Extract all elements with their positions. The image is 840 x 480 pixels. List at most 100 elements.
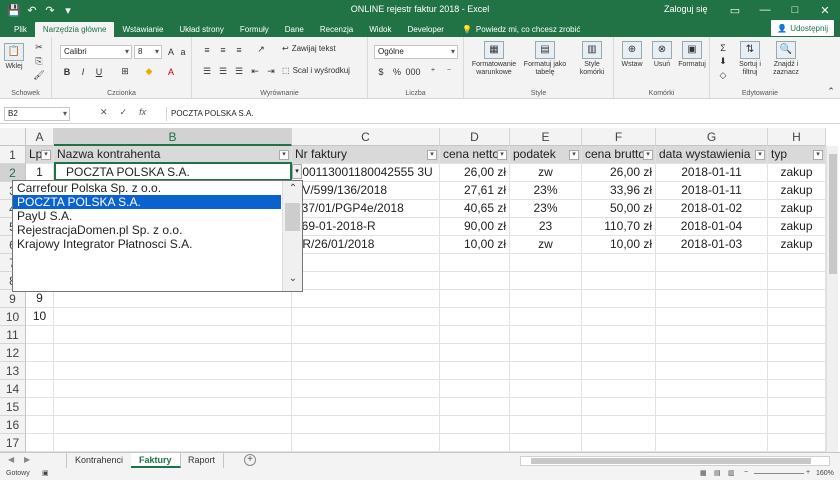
format-as-table-button[interactable]: ▤ Formatuj jako tabelę xyxy=(520,41,570,77)
percent-icon[interactable]: % xyxy=(390,65,404,78)
format-cells-button[interactable]: ▣ Formatuj xyxy=(676,41,708,69)
empty-cell[interactable] xyxy=(582,380,656,398)
empty-cell[interactable] xyxy=(510,398,582,416)
decrease-decimal-icon[interactable]: ⁻ xyxy=(442,65,456,78)
table-header-g[interactable]: data wystawienia ▾ xyxy=(656,146,768,164)
table-cell[interactable]: zakup xyxy=(768,236,826,254)
empty-cell[interactable] xyxy=(26,362,54,380)
empty-cell[interactable] xyxy=(292,398,440,416)
table-cell[interactable]: F00113001180042555 3U xyxy=(292,164,440,182)
name-box[interactable]: B2 xyxy=(4,107,70,121)
dropdown-item[interactable]: RejestracjaDomen.pl Sp. z o.o. xyxy=(13,223,281,237)
column-header-a[interactable]: A xyxy=(26,128,54,146)
dropdown-item[interactable]: Carrefour Polska Sp. z o.o. xyxy=(13,181,281,195)
empty-cell[interactable] xyxy=(768,308,826,326)
bold-icon[interactable]: B xyxy=(60,65,74,78)
share-button[interactable]: 👤 Udostępnij xyxy=(771,20,834,36)
undo-icon[interactable]: ↶ xyxy=(24,2,40,18)
empty-cell[interactable] xyxy=(26,434,54,452)
sort-filter-button[interactable]: ⇅ Sortuj i filtruj xyxy=(734,41,766,77)
align-middle-icon[interactable]: ≡ xyxy=(216,43,230,56)
add-sheet-icon[interactable]: + xyxy=(244,454,256,466)
table-cell[interactable]: 2018-01-11 xyxy=(656,164,768,182)
table-cell[interactable]: 169-01-2018-R xyxy=(292,218,440,236)
filter-dropdown-icon[interactable]: ▾ xyxy=(755,150,765,160)
empty-cell[interactable] xyxy=(582,362,656,380)
clear-icon[interactable]: ◇ xyxy=(716,69,730,82)
decrease-indent-icon[interactable]: ⇤ xyxy=(248,65,262,78)
italic-icon[interactable]: I xyxy=(76,65,90,78)
filter-dropdown-icon[interactable]: ▾ xyxy=(427,150,437,160)
align-top-icon[interactable]: ≡ xyxy=(200,43,214,56)
empty-cell[interactable] xyxy=(582,290,656,308)
align-left-icon[interactable]: ☰ xyxy=(200,65,214,78)
empty-cell[interactable] xyxy=(440,290,510,308)
table-header-c[interactable]: Nr faktury ▾ xyxy=(292,146,440,164)
filter-dropdown-icon[interactable]: ▾ xyxy=(41,150,51,160)
empty-cell[interactable] xyxy=(656,416,768,434)
empty-cell[interactable] xyxy=(510,434,582,452)
table-cell[interactable]: 110,70 zł xyxy=(582,218,656,236)
dropdown-item[interactable]: Krajowy Integrator Płatnosci S.A. xyxy=(13,237,281,251)
table-cell[interactable]: 2018-01-04 xyxy=(656,218,768,236)
empty-cell[interactable] xyxy=(26,380,54,398)
zoom-slider[interactable] xyxy=(754,473,804,474)
increase-indent-icon[interactable]: ⇥ xyxy=(264,65,278,78)
dropdown-item-selected[interactable]: POCZTA POLSKA S.A. xyxy=(13,195,281,209)
insert-cells-button[interactable]: ⊕ Wstaw xyxy=(618,41,646,69)
tab-view[interactable]: Widok xyxy=(361,22,399,37)
cancel-icon[interactable]: ✕ xyxy=(100,107,108,118)
row-header-11[interactable]: 11 xyxy=(0,326,26,344)
table-cell[interactable]: 9 xyxy=(26,290,54,308)
close-icon[interactable]: ✕ xyxy=(810,0,840,20)
fill-icon[interactable]: ⬇ xyxy=(716,55,730,68)
align-bottom-icon[interactable]: ≡ xyxy=(232,43,246,56)
empty-cell[interactable] xyxy=(440,344,510,362)
empty-cell[interactable] xyxy=(656,308,768,326)
increase-decimal-icon[interactable]: ⁺ xyxy=(426,65,440,78)
empty-cell[interactable] xyxy=(510,290,582,308)
table-cell[interactable]: 23 xyxy=(510,218,582,236)
column-header-g[interactable]: G xyxy=(656,128,768,146)
table-cell[interactable]: 10,00 zł xyxy=(582,236,656,254)
delete-cells-button[interactable]: ⊗ Usuń xyxy=(648,41,676,69)
page-layout-view-icon[interactable]: ▤ xyxy=(714,469,721,477)
empty-cell[interactable] xyxy=(656,344,768,362)
empty-cell[interactable] xyxy=(440,254,510,272)
comma-style-icon[interactable]: 000 xyxy=(405,65,420,78)
empty-cell[interactable] xyxy=(510,308,582,326)
sheet-tab-faktury[interactable]: Faktury xyxy=(131,453,181,468)
collapse-ribbon-icon[interactable]: ⌃ xyxy=(824,85,838,98)
table-cell[interactable]: TR/26/01/2018 xyxy=(292,236,440,254)
empty-cell[interactable] xyxy=(292,254,440,272)
filter-dropdown-icon[interactable]: ▾ xyxy=(813,150,823,160)
empty-cell[interactable] xyxy=(582,308,656,326)
empty-cell[interactable] xyxy=(440,326,510,344)
empty-cell[interactable] xyxy=(768,380,826,398)
empty-cell[interactable] xyxy=(582,272,656,290)
vertical-scroll-thumb[interactable] xyxy=(829,154,837,274)
empty-cell[interactable] xyxy=(26,398,54,416)
empty-cell[interactable] xyxy=(656,290,768,308)
cut-icon[interactable]: ✂ xyxy=(32,41,46,54)
table-cell[interactable]: 50,00 zł xyxy=(582,200,656,218)
row-header-16[interactable]: 16 xyxy=(0,416,26,434)
empty-cell[interactable] xyxy=(582,416,656,434)
save-icon[interactable]: 💾 xyxy=(6,2,22,18)
empty-cell[interactable] xyxy=(440,308,510,326)
empty-cell[interactable] xyxy=(768,416,826,434)
empty-cell[interactable] xyxy=(768,398,826,416)
column-header-b[interactable]: B xyxy=(54,128,292,146)
tab-home[interactable]: Narzędzia główne xyxy=(34,22,115,37)
empty-cell[interactable] xyxy=(292,272,440,290)
prev-sheet-icon[interactable]: ◀ xyxy=(8,455,14,464)
conditional-formatting-button[interactable]: ▦ Formatowanie warunkowe xyxy=(468,41,520,77)
next-sheet-icon[interactable]: ▶ xyxy=(24,455,30,464)
font-color-icon[interactable]: A xyxy=(164,65,178,78)
empty-cell[interactable] xyxy=(440,416,510,434)
font-name-select[interactable]: Calibri xyxy=(60,45,132,59)
empty-cell[interactable] xyxy=(54,308,292,326)
align-right-icon[interactable]: ☰ xyxy=(232,65,246,78)
merge-center-button[interactable]: ⬚ Scal i wyśrodkuj xyxy=(282,67,350,75)
empty-cell[interactable] xyxy=(768,290,826,308)
